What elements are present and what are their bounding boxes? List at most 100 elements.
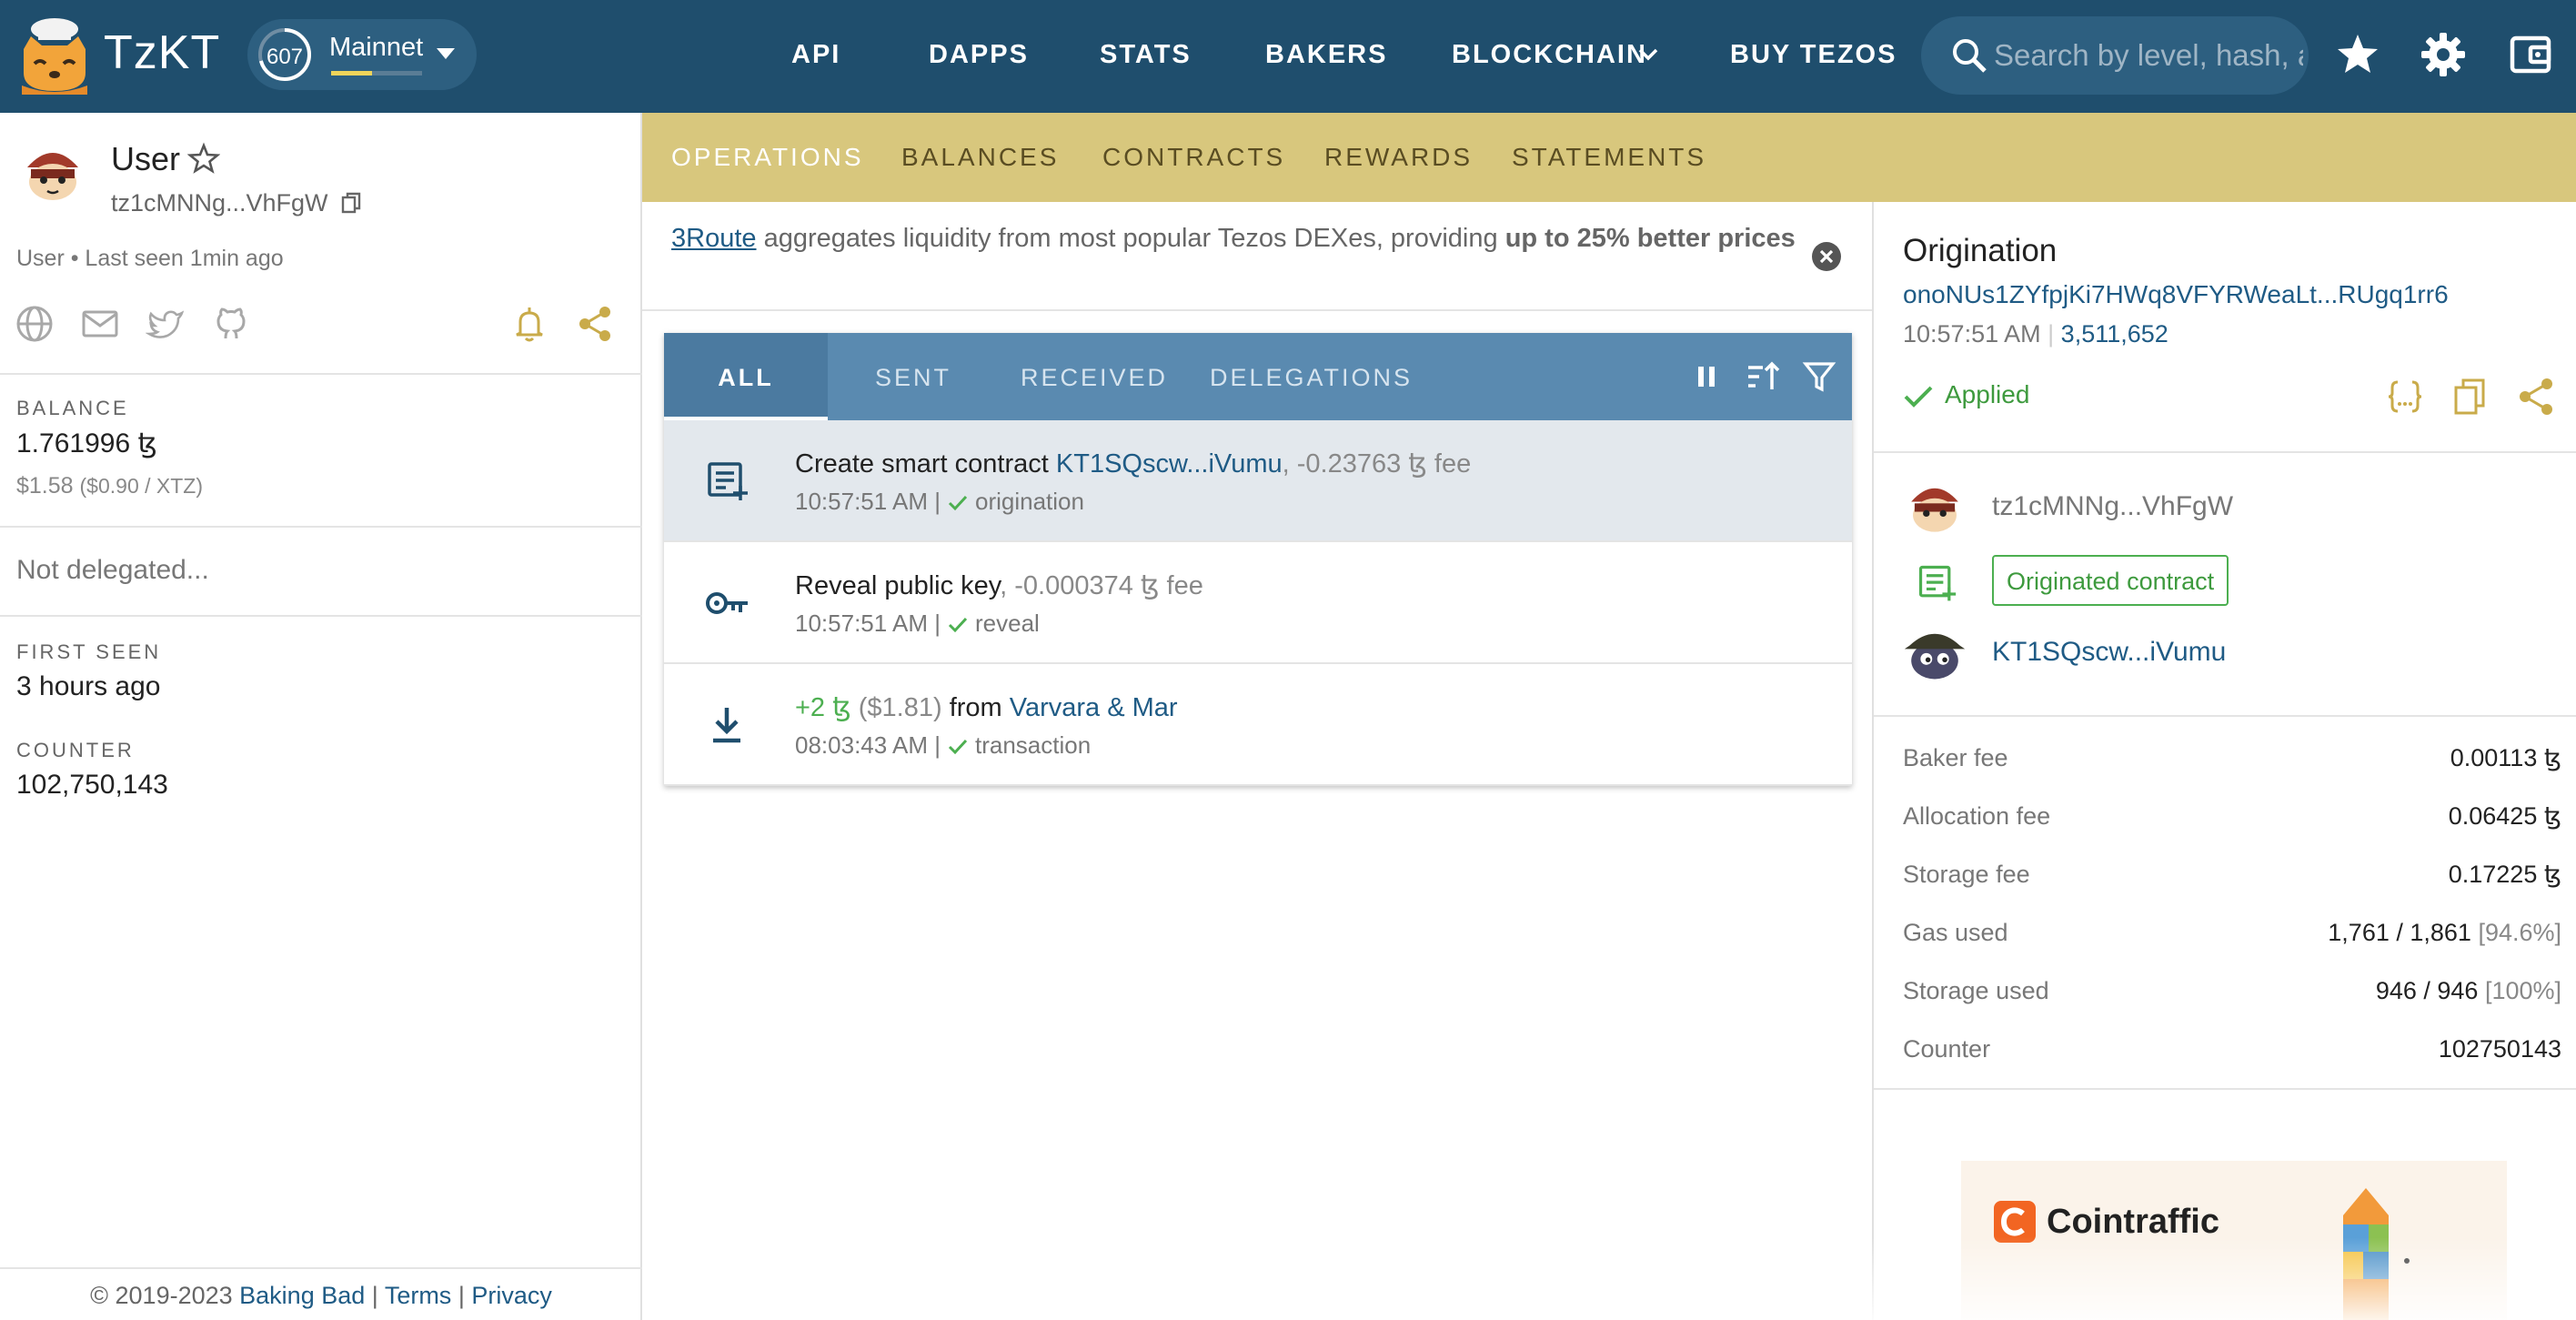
mail-icon[interactable] <box>80 304 120 344</box>
copy-icon[interactable] <box>340 191 364 215</box>
storage-used-label: Storage used <box>1903 977 2049 1004</box>
share-icon[interactable] <box>2514 375 2558 418</box>
bell-icon[interactable] <box>509 304 549 344</box>
nav-dapps[interactable]: DAPPS <box>929 40 1029 70</box>
operation-row[interactable]: Create smart contract KT1SQscw...iVumu, … <box>664 420 1852 542</box>
search-box[interactable] <box>1921 16 2309 95</box>
pause-icon[interactable] <box>1688 358 1725 395</box>
divider <box>1874 451 2576 453</box>
search-icon <box>1953 39 1987 73</box>
close-icon[interactable] <box>1810 240 1843 273</box>
twitter-icon[interactable] <box>146 304 186 344</box>
operation-fee: , -0.23763 ꜩ fee <box>1282 449 1472 479</box>
brand-name[interactable]: TzKT <box>104 25 220 80</box>
account-tabs: OPERATIONS BALANCES CONTRACTS REWARDS ST… <box>642 113 2576 202</box>
operation-meta: 10:57:51 AM | reveal <box>795 610 1040 638</box>
nav-blockchain[interactable]: BLOCKCHAIN <box>1452 40 1647 70</box>
tab-operations[interactable]: OPERATIONS <box>671 143 864 172</box>
chevron-down-icon[interactable] <box>1637 45 1659 64</box>
divider <box>0 526 642 528</box>
operations-panel: 3Route aggregates liquidity from most po… <box>642 202 1872 1320</box>
counter-label: Counter <box>1903 1035 1991 1063</box>
operation-amount: +2 ꜩ <box>795 693 851 722</box>
operation-hash-link[interactable]: onoNUs1ZYfpjKi7HWq8VFYRWeaLt...RUgq1rr6 <box>1903 280 2449 309</box>
filter-all[interactable]: ALL <box>664 333 828 420</box>
account-name: User <box>111 140 181 177</box>
tab-statements[interactable]: STATEMENTS <box>1512 143 1706 172</box>
tzkt-logo-icon[interactable] <box>18 16 91 95</box>
bottom-fade <box>642 1237 2576 1320</box>
contract-address-link[interactable]: KT1SQscw...iVumu <box>1992 637 2226 668</box>
sender-address[interactable]: tz1cMNNg...VhFgW <box>1992 491 2233 522</box>
tab-contracts[interactable]: CONTRACTS <box>1102 143 1285 172</box>
contract-avatar <box>1904 633 1966 680</box>
operation-status: origination <box>974 488 1084 515</box>
network-name: Mainnet <box>329 33 424 62</box>
search-input[interactable] <box>1994 16 2303 95</box>
account-sidebar: User tz1cMNNg...VhFgW User • Last seen 1… <box>0 113 642 1320</box>
operation-title: Reveal public key, -0.000374 ꜩ fee <box>795 569 1203 601</box>
detail-title: Origination <box>1903 233 2058 268</box>
operations-card: ALL SENT RECEIVED DELEGATIONS Create sma… <box>664 333 1852 786</box>
privacy-link[interactable]: Privacy <box>471 1282 552 1309</box>
tab-rewards[interactable]: REWARDS <box>1324 143 1473 172</box>
storage-used-amount: 946 / 946 <box>2375 977 2479 1004</box>
divider <box>1874 715 2576 717</box>
sort-icon[interactable] <box>1745 358 1781 395</box>
json-icon[interactable] <box>2383 375 2427 418</box>
filter-received[interactable]: RECEIVED <box>1021 333 1168 420</box>
nav-api[interactable]: API <box>791 40 840 70</box>
filter-icon[interactable] <box>1801 358 1837 395</box>
block-link[interactable]: 3,511,652 <box>2061 320 2168 348</box>
detail-time: 10:57:51 AM <box>1903 320 2041 348</box>
delegation-status: Not delegated... <box>16 555 209 585</box>
check-icon <box>948 496 968 511</box>
gas-used-value: 1,761 / 1,861 [94.6%] <box>2328 919 2561 947</box>
terms-link[interactable]: Terms <box>385 1282 452 1309</box>
block-badge: 607 <box>266 45 304 69</box>
promo-link[interactable]: 3Route <box>671 224 757 253</box>
first-seen-label: FIRST SEEN <box>16 640 162 663</box>
star-icon[interactable] <box>2334 31 2381 78</box>
gas-used-percent: [94.6%] <box>2478 919 2561 946</box>
operation-type: Reveal public key <box>795 571 1001 600</box>
sender-link[interactable]: Varvara & Mar <box>1010 693 1178 722</box>
globe-icon[interactable] <box>15 304 55 344</box>
operation-meta: 10:57:51 AM | origination <box>795 488 1084 516</box>
key-icon <box>706 592 748 614</box>
contract-link[interactable]: KT1SQscw...iVumu <box>1056 449 1283 479</box>
counter-value: 102750143 <box>2438 1035 2561 1063</box>
storage-fee-value: 0.17225 ꜩ <box>2448 861 2561 888</box>
baking-bad-link[interactable]: Baking Bad <box>239 1282 365 1309</box>
account-address[interactable]: tz1cMNNg...VhFgW <box>111 189 328 217</box>
nav-bakers[interactable]: BAKERS <box>1265 40 1387 70</box>
gas-used-label: Gas used <box>1903 919 2008 946</box>
originated-contract-badge: Originated contract <box>1992 555 2229 606</box>
tab-balances[interactable]: BALANCES <box>901 143 1059 172</box>
github-icon[interactable] <box>211 304 251 344</box>
star-outline-icon[interactable] <box>187 142 220 175</box>
network-selector[interactable]: 607 Mainnet <box>247 19 477 90</box>
operation-time: 10:57:51 AM | <box>795 488 941 515</box>
chevron-down-icon <box>437 48 455 59</box>
filter-sent[interactable]: SENT <box>875 333 951 420</box>
gear-icon[interactable] <box>2420 31 2467 78</box>
operation-title: +2 ꜩ ($1.81) from Varvara & Mar <box>795 691 1178 723</box>
nav-stats[interactable]: STATS <box>1100 40 1192 70</box>
allocation-fee-label: Allocation fee <box>1903 802 2051 830</box>
operation-row[interactable]: +2 ꜩ ($1.81) from Varvara & Mar 08:03:43… <box>664 664 1852 786</box>
filter-delegations[interactable]: DELEGATIONS <box>1210 333 1413 420</box>
share-icon[interactable] <box>575 304 615 344</box>
operation-detail-panel: Origination onoNUs1ZYfpjKi7HWq8VFYRWeaLt… <box>1872 202 2576 1320</box>
operation-fee: , -0.000374 ꜩ fee <box>1000 571 1203 600</box>
nav-buy-tezos[interactable]: BUY TEZOS <box>1730 40 1897 70</box>
operation-meta: 08:03:43 AM | transaction <box>795 731 1091 760</box>
contract-create-icon <box>708 462 748 500</box>
balance-usd-value: $1.58 <box>16 473 74 499</box>
operation-from: from <box>949 693 1010 722</box>
wallet-icon[interactable] <box>2507 31 2554 78</box>
copy-icon[interactable] <box>2449 375 2492 418</box>
operation-type: Create smart contract <box>795 449 1049 479</box>
operation-row[interactable]: Reveal public key, -0.000374 ꜩ fee 10:57… <box>664 542 1852 664</box>
baker-fee-value: 0.00113 ꜩ <box>2450 744 2561 771</box>
